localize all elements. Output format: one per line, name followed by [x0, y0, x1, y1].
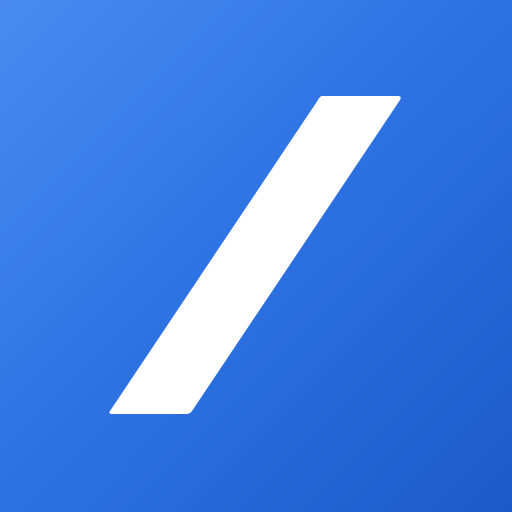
app-icon-graphic [0, 0, 512, 512]
app-icon [0, 0, 512, 512]
